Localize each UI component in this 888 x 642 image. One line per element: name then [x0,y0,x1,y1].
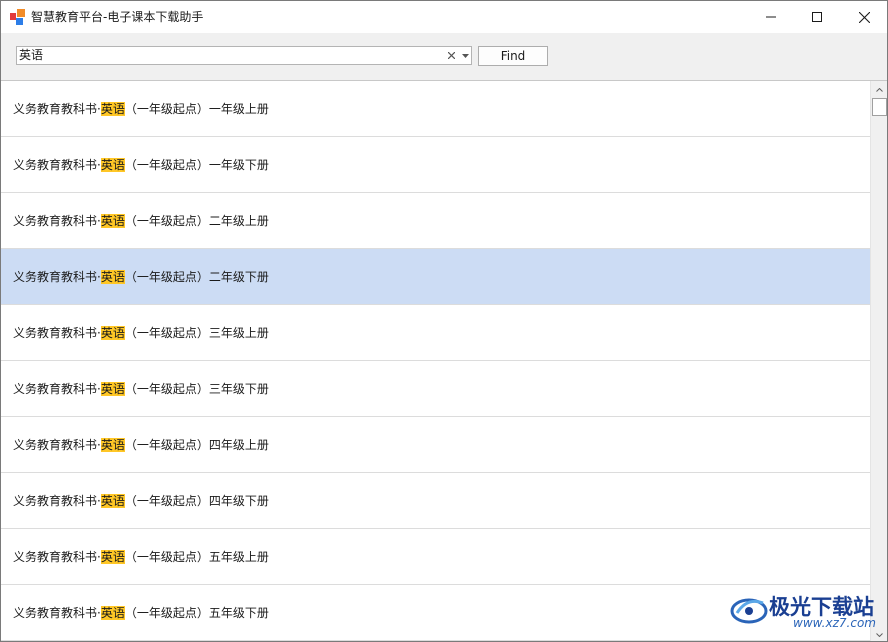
search-match-highlight: 英语 [100,158,125,172]
list-item-prefix: 义务教育教科书· [13,550,101,564]
list-item-prefix: 义务教育教科书· [13,214,101,228]
search-match-highlight: 英语 [100,214,125,228]
list-item-prefix: 义务教育教科书· [13,438,101,452]
list-item-suffix: （一年级起点）二年级下册 [124,270,269,284]
list-item-suffix: （一年级起点）三年级上册 [124,326,269,340]
list-item-prefix: 义务教育教科书· [13,382,101,396]
search-match-highlight: 英语 [100,326,125,340]
close-button[interactable] [841,1,887,33]
list-item-label: 义务教育教科书·英语（一年级起点）四年级下册 [1,492,269,509]
scroll-up-button[interactable] [872,82,887,97]
window-title: 智慧教育平台-电子课本下载助手 [31,10,204,24]
search-match-highlight: 英语 [100,102,125,116]
vertical-scrollbar[interactable] [870,81,887,641]
maximize-icon [812,12,822,22]
search-match-highlight: 英语 [100,550,125,564]
list-item[interactable]: 义务教育教科书·英语（一年级起点）一年级下册 [1,137,870,193]
list-item-suffix: （一年级起点）四年级下册 [124,494,269,508]
chevron-down-icon [461,53,469,58]
list-item-label: 义务教育教科书·英语（一年级起点）三年级下册 [1,380,269,397]
list-item-label: 义务教育教科书·英语（一年级起点）一年级上册 [1,100,269,117]
list-item[interactable]: 义务教育教科书·英语（一年级起点）五年级上册 [1,529,870,585]
find-button[interactable]: Find [478,46,548,66]
list-item-suffix: （一年级起点）三年级下册 [124,382,269,396]
minimize-icon [766,16,776,18]
minimize-button[interactable] [748,1,794,33]
list-item-prefix: 义务教育教科书· [13,270,101,284]
list-item-label: 义务教育教科书·英语（一年级起点）二年级下册 [1,268,269,285]
list-item-label: 义务教育教科书·英语（一年级起点）二年级上册 [1,212,269,229]
app-logo-icon [10,9,26,25]
site-watermark: 极光下载站 www.xz7.com [729,585,884,637]
scroll-up-arrow-icon [876,87,883,92]
list-item-suffix: （一年级起点）二年级上册 [124,214,269,228]
app-window: 智慧教育平台-电子课本下载助手 英语 Find 义务教育教科书·英语（一年级起点… [0,0,888,642]
maximize-button[interactable] [794,1,840,33]
search-match-highlight: 英语 [100,438,125,452]
list-item[interactable]: 义务教育教科书·英语（一年级起点）三年级上册 [1,305,870,361]
list-item-suffix: （一年级起点）一年级下册 [124,158,269,172]
list-item[interactable]: 义务教育教科书·英语（一年级起点）四年级下册 [1,473,870,529]
title-bar[interactable]: 智慧教育平台-电子课本下载助手 [1,1,887,33]
list-item-prefix: 义务教育教科书· [13,606,101,620]
results-list-area: 义务教育教科书·英语（一年级起点）一年级上册 义务教育教科书·英语（一年级起点）一… [1,80,887,641]
list-item[interactable]: 义务教育教科书·英语（一年级起点）三年级下册 [1,361,870,417]
list-item[interactable]: 义务教育教科书·英语（一年级起点）四年级上册 [1,417,870,473]
search-dropdown-button[interactable] [459,48,471,63]
watermark-url: www.xz7.com [793,616,876,630]
list-item-prefix: 义务教育教科书· [13,326,101,340]
search-match-highlight: 英语 [100,382,125,396]
search-match-highlight: 英语 [100,494,125,508]
results-list: 义务教育教科书·英语（一年级起点）一年级上册 义务教育教科书·英语（一年级起点）一… [1,81,870,641]
list-item-label: 义务教育教科书·英语（一年级起点）五年级下册 [1,604,269,621]
search-match-highlight: 英语 [100,270,125,284]
list-item-suffix: （一年级起点）四年级上册 [124,438,269,452]
search-toolbar: Find [1,33,887,80]
list-item-suffix: （一年级起点）一年级上册 [124,102,269,116]
list-item[interactable]: 义务教育教科书·英语（一年级起点）一年级上册 [1,81,870,137]
list-item-prefix: 义务教育教科书· [13,102,101,116]
list-item-suffix: （一年级起点）五年级下册 [124,606,269,620]
list-item-suffix: （一年级起点）五年级上册 [124,550,269,564]
scrollbar-thumb[interactable] [872,98,887,116]
list-item-label: 义务教育教科书·英语（一年级起点）一年级下册 [1,156,269,173]
search-combobox[interactable] [16,46,472,65]
close-icon [858,11,870,23]
list-item-prefix: 义务教育教科书· [13,494,101,508]
search-match-highlight: 英语 [100,606,125,620]
list-item[interactable]: 义务教育教科书·英语（一年级起点）二年级上册 [1,193,870,249]
list-item-label: 义务教育教科书·英语（一年级起点）四年级上册 [1,436,269,453]
list-item-label: 义务教育教科书·英语（一年级起点）三年级上册 [1,324,269,341]
clear-search-button[interactable] [445,48,457,63]
list-item-prefix: 义务教育教科书· [13,158,101,172]
list-item[interactable]: 义务教育教科书·英语（一年级起点）二年级下册 [1,249,870,305]
list-item-label: 义务教育教科书·英语（一年级起点）五年级上册 [1,548,269,565]
search-input[interactable] [19,47,439,64]
clear-icon [447,52,455,59]
watermark-logo-icon [730,598,768,624]
